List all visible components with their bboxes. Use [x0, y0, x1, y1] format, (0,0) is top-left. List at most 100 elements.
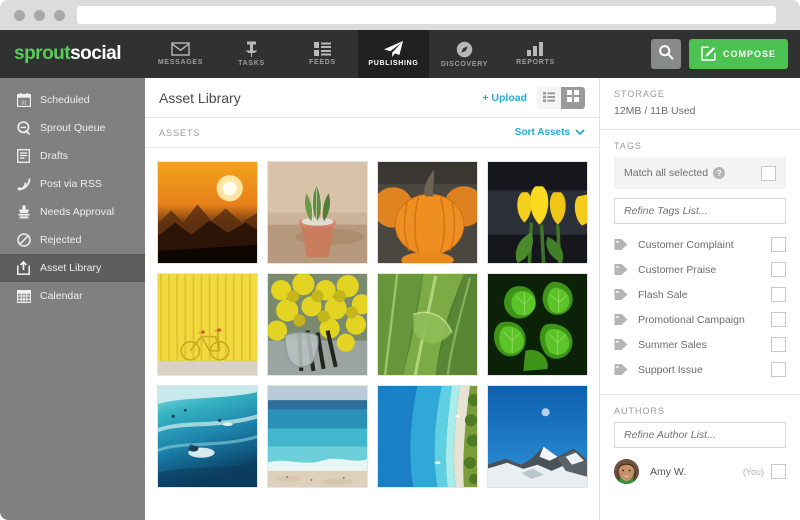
question-mark-icon[interactable]: ?	[713, 167, 726, 179]
asset-thumbnail[interactable]	[487, 273, 588, 376]
tag-checkbox[interactable]	[771, 237, 786, 252]
minimize-dot[interactable]	[34, 9, 45, 21]
sidebar-item-label: Sprout Queue	[40, 122, 106, 134]
sidebar-item-needs-approval[interactable]: Needs Approval	[0, 198, 145, 226]
tags-title: TAGS	[614, 141, 642, 151]
list-view-button[interactable]	[537, 86, 561, 109]
sidebar-item-label: Post via RSS	[40, 178, 102, 190]
sidebar-item-rejected[interactable]: Rejected	[0, 226, 145, 254]
tag-checkbox[interactable]	[771, 337, 786, 352]
tag-checkbox[interactable]	[771, 262, 786, 277]
match-all-selected-row[interactable]: Match all selected ?	[614, 157, 786, 189]
top-navigation: sprout social MESSAGES TASKS FEEDS PUBLI…	[0, 30, 800, 78]
tab-discovery[interactable]: DISCOVERY	[429, 30, 500, 78]
tag-icon	[614, 338, 630, 351]
avatar	[614, 459, 639, 484]
asset-thumbnail[interactable]	[267, 273, 368, 376]
asset-image-snowy-peak	[488, 386, 587, 487]
author-checkbox[interactable]	[771, 464, 786, 479]
compose-button[interactable]: COMPOSE	[688, 39, 788, 69]
tag-label: Promotional Campaign	[638, 313, 745, 326]
asset-image-beach-shoreline	[268, 386, 367, 487]
author-name: Amy W.	[650, 465, 687, 478]
asset-thumbnail[interactable]	[377, 161, 478, 264]
asset-thumbnail[interactable]	[157, 273, 258, 376]
tag-row-promotional-campaign[interactable]: Promotional Campaign	[614, 307, 786, 332]
sort-assets-label: Sort Assets	[514, 127, 570, 138]
sidebar-item-drafts[interactable]: Drafts	[0, 142, 145, 170]
asset-thumbnail[interactable]	[377, 273, 478, 376]
asset-thumbnail[interactable]	[157, 161, 258, 264]
compose-button-label: COMPOSE	[722, 49, 776, 59]
asset-thumbnail[interactable]	[157, 385, 258, 488]
tag-row-flash-sale[interactable]: Flash Sale	[614, 282, 786, 307]
maximize-dot[interactable]	[54, 9, 65, 21]
tab-messages-label: MESSAGES	[157, 59, 204, 66]
sidebar-item-calendar[interactable]: Calendar	[0, 282, 145, 310]
paper-plane-icon	[384, 41, 403, 57]
asset-thumbnail[interactable]	[267, 161, 368, 264]
search-button[interactable]	[650, 39, 681, 69]
tag-row-summer-sales[interactable]: Summer Sales	[614, 332, 786, 357]
asset-image-yellow-tulips	[488, 162, 587, 263]
asset-thumbnail[interactable]	[267, 385, 368, 488]
sidebar-item-sprout-queue[interactable]: Sprout Queue	[0, 114, 145, 142]
nav-tabs: MESSAGES TASKS FEEDS PUBLISHING DISCOVER…	[145, 30, 571, 78]
compose-pencil-icon	[701, 45, 716, 63]
tab-reports[interactable]: REPORTS	[500, 30, 571, 78]
sidebar-item-post-via-rss[interactable]: Post via RSS	[0, 170, 145, 198]
refine-author-input[interactable]	[614, 422, 786, 448]
tab-messages[interactable]: MESSAGES	[145, 30, 216, 78]
asset-thumbnail[interactable]	[487, 161, 588, 264]
refine-tags-input[interactable]	[614, 198, 786, 224]
asset-thumbnail[interactable]	[487, 385, 588, 488]
sidebar-item-asset-library[interactable]: Asset Library	[0, 254, 145, 282]
tab-reports-label: REPORTS	[516, 59, 555, 66]
author-row-amy-w[interactable]: Amy W. (You)	[614, 459, 786, 484]
storage-value: 12MB / 11B Used	[614, 105, 696, 117]
tag-checkbox[interactable]	[771, 312, 786, 327]
close-dot[interactable]	[14, 9, 25, 21]
tag-list: Customer Complaint Customer Praise Flash…	[614, 232, 786, 382]
tag-icon	[614, 238, 630, 251]
tag-icon	[614, 313, 630, 326]
tags-section: TAGS Match all selected ? Refine Tags Li…	[600, 130, 800, 395]
queue-search-icon	[16, 121, 31, 136]
url-bar[interactable]	[77, 6, 776, 24]
sprout-social-logo[interactable]: sprout social	[0, 30, 145, 78]
sidebar-item-label: Drafts	[40, 150, 69, 162]
tab-tasks[interactable]: TASKS	[216, 30, 287, 78]
author-you-badge: (You)	[742, 466, 764, 477]
tab-discovery-label: DISCOVERY	[440, 60, 489, 68]
document-icon	[16, 149, 31, 164]
sidebar-item-scheduled[interactable]: 31 Scheduled	[0, 86, 145, 114]
assets-bar: ASSETS Sort Assets	[145, 118, 599, 148]
stamp-icon	[16, 205, 31, 220]
main-panel: Asset Library + Upload ASSETS Sort Asset…	[145, 78, 600, 520]
tab-publishing[interactable]: PUBLISHING	[358, 30, 429, 78]
main-header: Asset Library + Upload	[145, 78, 599, 118]
compass-icon	[456, 41, 473, 58]
upload-button[interactable]: + Upload	[482, 92, 527, 104]
nav-actions: COMPOSE	[650, 30, 800, 78]
tag-checkbox[interactable]	[771, 362, 786, 377]
asset-image-green-foliage	[488, 274, 587, 375]
asset-image-aerial-coastline	[378, 386, 477, 487]
asset-thumbnail[interactable]	[377, 385, 478, 488]
page-title: Asset Library	[159, 89, 241, 106]
tag-row-customer-complaint[interactable]: Customer Complaint	[614, 232, 786, 257]
browser-chrome	[0, 0, 800, 30]
calendar-icon: 31	[16, 93, 31, 108]
grid-view-button[interactable]	[561, 86, 585, 109]
logo-sprout: sprout	[14, 43, 71, 64]
tag-row-customer-praise[interactable]: Customer Praise	[614, 257, 786, 282]
asset-image-green-chard-leaves	[378, 274, 477, 375]
tag-checkbox[interactable]	[771, 287, 786, 302]
match-all-selected-checkbox[interactable]	[761, 165, 776, 181]
grid-view-icon	[567, 89, 579, 107]
pin-icon	[244, 41, 259, 57]
tag-icon	[614, 363, 630, 376]
sort-assets-button[interactable]: Sort Assets	[515, 127, 585, 138]
tag-row-support-issue[interactable]: Support Issue	[614, 357, 786, 382]
tab-feeds[interactable]: FEEDS	[287, 30, 358, 78]
